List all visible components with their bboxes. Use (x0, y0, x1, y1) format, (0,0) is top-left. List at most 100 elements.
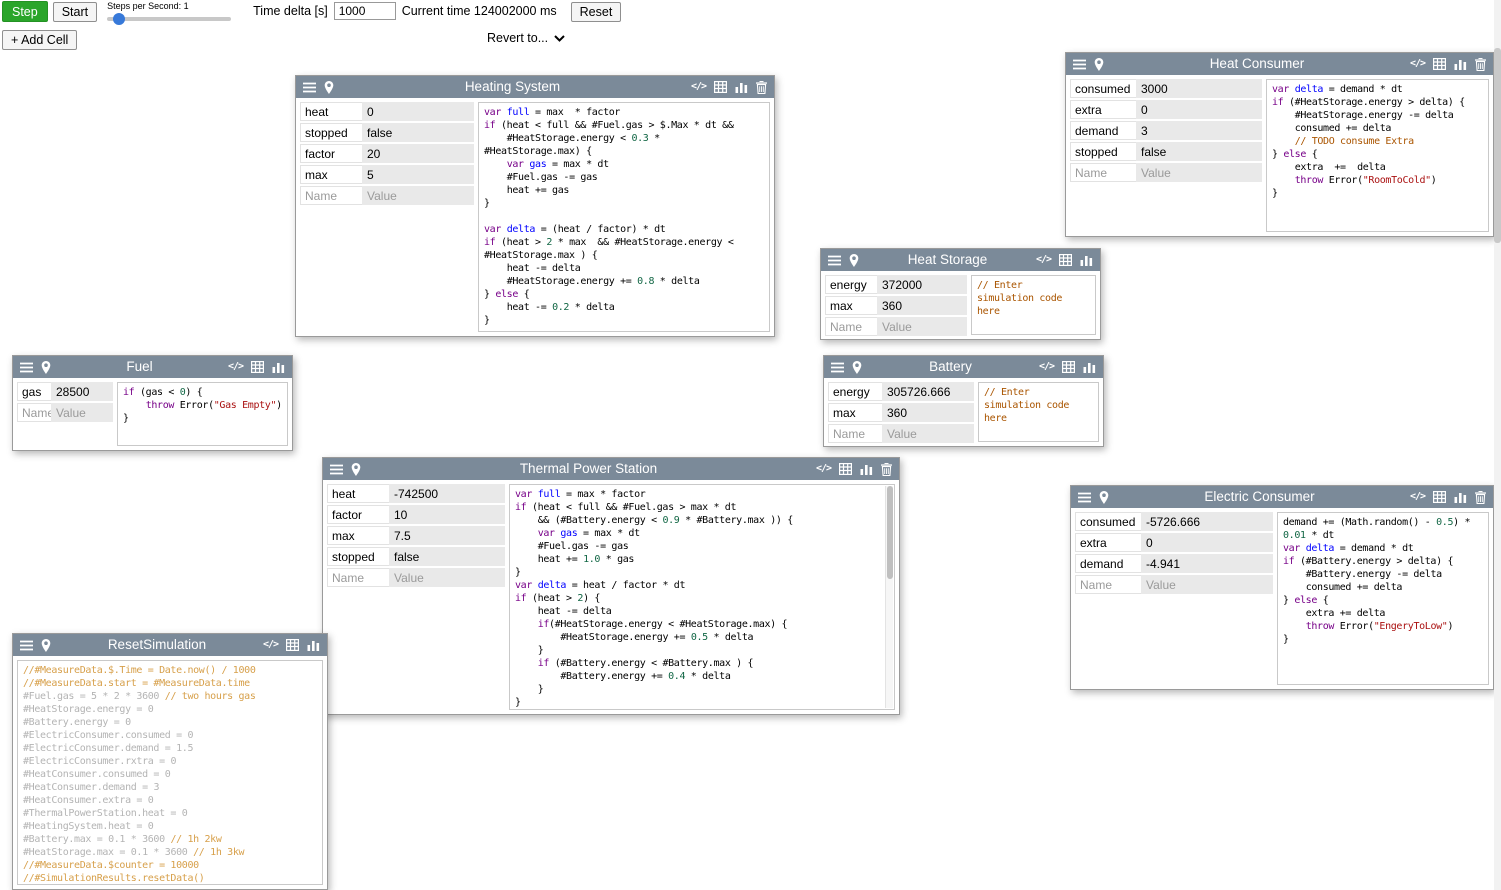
var-value-cell[interactable]: 360 (877, 296, 967, 315)
revert-dropdown[interactable]: Revert to... (487, 31, 565, 45)
chart-icon[interactable] (735, 81, 748, 93)
table-icon[interactable] (1433, 58, 1446, 70)
trash-icon[interactable] (881, 463, 892, 476)
pin-icon[interactable] (41, 361, 51, 374)
time-delta-input[interactable] (334, 2, 396, 20)
trash-icon[interactable] (1475, 491, 1486, 504)
new-var-name-input[interactable]: Name (327, 568, 389, 587)
page-scrollbar-thumb[interactable] (1494, 48, 1501, 243)
code-icon[interactable]: </> (1036, 254, 1051, 266)
step-button[interactable]: Step (2, 1, 48, 22)
code-editor[interactable]: demand += (Math.random() - 0.5) *0.01 * … (1277, 512, 1489, 685)
var-name-cell[interactable]: demand (1070, 121, 1136, 140)
table-icon[interactable] (251, 361, 264, 373)
var-name-cell[interactable]: stopped (300, 123, 362, 142)
start-button[interactable]: Start (53, 2, 97, 22)
new-var-name-input[interactable]: Name (825, 317, 877, 336)
var-value-cell[interactable]: 0 (1141, 533, 1273, 552)
new-var-name-input[interactable]: Name (1075, 575, 1141, 594)
code-icon[interactable]: </> (691, 81, 706, 93)
var-value-cell[interactable]: -742500 (389, 484, 505, 503)
pin-icon[interactable] (852, 361, 862, 374)
var-name-cell[interactable]: factor (300, 144, 362, 163)
code-editor[interactable]: // Entersimulation codehere (971, 275, 1096, 335)
code-icon[interactable]: </> (1410, 491, 1425, 503)
chart-icon[interactable] (307, 639, 320, 651)
chart-icon[interactable] (1080, 254, 1093, 266)
code-editor[interactable]: var delta = demand * dtif (#HeatStorage.… (1266, 79, 1489, 232)
pin-icon[interactable] (324, 81, 334, 94)
pin-icon[interactable] (1094, 58, 1104, 71)
menu-icon[interactable] (831, 362, 844, 373)
code-icon[interactable]: </> (1410, 58, 1425, 70)
slider-thumb[interactable] (113, 13, 125, 25)
code-icon[interactable]: </> (263, 639, 278, 651)
chart-icon[interactable] (860, 463, 873, 475)
trash-icon[interactable] (1475, 58, 1486, 71)
new-var-value-input[interactable]: Value (1136, 163, 1262, 182)
var-name-cell[interactable]: gas (17, 382, 51, 401)
table-icon[interactable] (286, 639, 299, 651)
var-name-cell[interactable]: energy (828, 382, 882, 401)
var-name-cell[interactable]: extra (1070, 100, 1136, 119)
code-editor[interactable]: if (gas < 0) { throw Error("Gas Empty")} (117, 382, 288, 446)
menu-icon[interactable] (20, 640, 33, 651)
var-value-cell[interactable]: false (389, 547, 505, 566)
var-name-cell[interactable]: factor (327, 505, 389, 524)
var-name-cell[interactable]: max (300, 165, 362, 184)
var-name-cell[interactable]: demand (1075, 554, 1141, 573)
var-name-cell[interactable]: max (828, 403, 882, 422)
code-icon[interactable]: </> (1039, 361, 1054, 373)
menu-icon[interactable] (1073, 59, 1086, 70)
new-var-name-input[interactable]: Name (17, 403, 51, 422)
code-editor[interactable]: var full = max * factorif (heat < full &… (509, 484, 895, 710)
code-scrollbar[interactable] (885, 486, 893, 708)
var-value-cell[interactable]: 7.5 (389, 526, 505, 545)
var-name-cell[interactable]: max (825, 296, 877, 315)
trash-icon[interactable] (756, 81, 767, 94)
pin-icon[interactable] (41, 639, 51, 652)
table-icon[interactable] (1433, 491, 1446, 503)
var-name-cell[interactable]: stopped (1070, 142, 1136, 161)
menu-icon[interactable] (330, 464, 343, 475)
var-value-cell[interactable]: 0 (362, 102, 474, 121)
panel-header[interactable]: Heat Consumer</> (1066, 53, 1493, 75)
var-value-cell[interactable]: 305726.666 (882, 382, 974, 401)
code-editor[interactable]: //#MeasureData.$.Time = Date.now() / 100… (17, 660, 323, 885)
panel-header[interactable]: Thermal Power Station</> (323, 458, 899, 480)
panel-header[interactable]: Electric Consumer</> (1071, 486, 1493, 508)
var-name-cell[interactable]: extra (1075, 533, 1141, 552)
table-icon[interactable] (1059, 254, 1072, 266)
var-value-cell[interactable]: 3000 (1136, 79, 1262, 98)
new-var-value-input[interactable]: Value (882, 424, 974, 443)
code-icon[interactable]: </> (228, 361, 243, 373)
var-name-cell[interactable]: energy (825, 275, 877, 294)
new-var-name-input[interactable]: Name (828, 424, 882, 443)
var-name-cell[interactable]: heat (300, 102, 362, 121)
var-value-cell[interactable]: 28500 (51, 382, 113, 401)
new-var-name-input[interactable]: Name (1070, 163, 1136, 182)
page-scrollbar[interactable] (1494, 0, 1501, 890)
table-icon[interactable] (839, 463, 852, 475)
panel-header[interactable]: Battery</> (824, 356, 1103, 378)
code-icon[interactable]: </> (816, 463, 831, 475)
new-var-value-input[interactable]: Value (389, 568, 505, 587)
menu-icon[interactable] (1078, 492, 1091, 503)
chart-icon[interactable] (1454, 491, 1467, 503)
reset-button[interactable]: Reset (571, 2, 622, 22)
new-var-value-input[interactable]: Value (877, 317, 967, 336)
menu-icon[interactable] (20, 362, 33, 373)
var-name-cell[interactable]: consumed (1070, 79, 1136, 98)
var-value-cell[interactable]: 360 (882, 403, 974, 422)
var-name-cell[interactable]: stopped (327, 547, 389, 566)
var-value-cell[interactable]: false (1136, 142, 1262, 161)
chart-icon[interactable] (1083, 361, 1096, 373)
pin-icon[interactable] (849, 254, 859, 267)
add-cell-button[interactable]: + Add Cell (2, 30, 77, 50)
steps-per-second-slider[interactable] (107, 13, 231, 25)
code-editor[interactable]: // Entersimulation codehere (978, 382, 1099, 442)
chart-icon[interactable] (272, 361, 285, 373)
new-var-value-input[interactable]: Value (51, 403, 113, 422)
pin-icon[interactable] (1099, 491, 1109, 504)
panel-header[interactable]: Heating System</> (296, 76, 774, 98)
